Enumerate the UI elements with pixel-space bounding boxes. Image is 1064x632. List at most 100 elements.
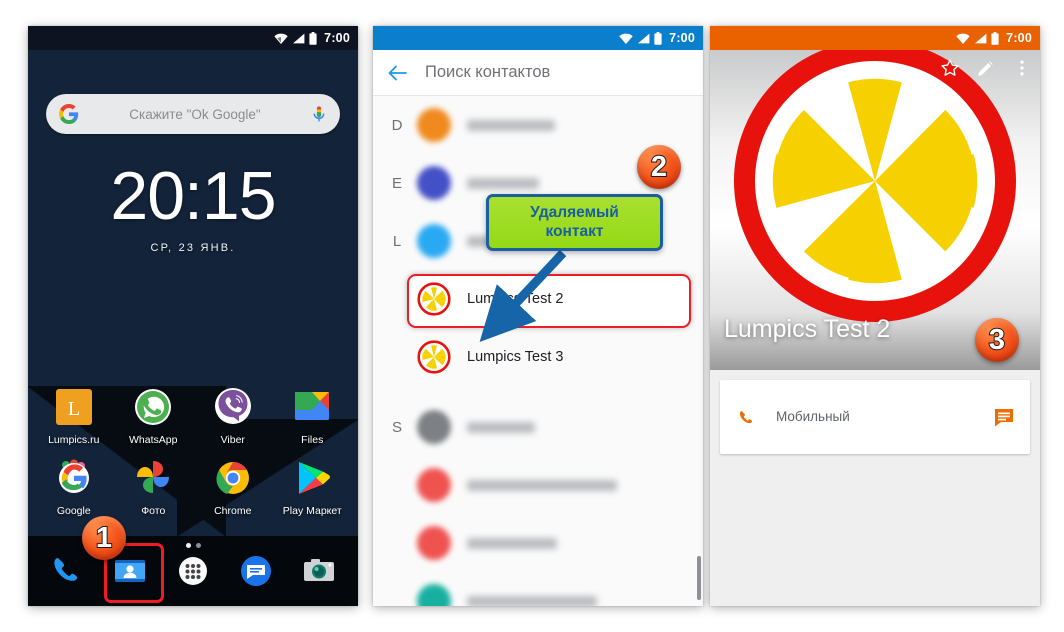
contact-name-blurred: [467, 595, 597, 606]
contacts-body: Поиск контактов D E L Lumpics Test 2 Lum…: [373, 50, 703, 606]
home-date: СР, 23 ЯНВ.: [150, 242, 236, 254]
battery-icon: [654, 31, 662, 45]
wifi-icon: [274, 33, 288, 44]
contact-name-blurred: [467, 537, 557, 549]
files-icon: [290, 386, 334, 430]
avatar: [417, 468, 451, 502]
step-badge-3: 3: [975, 318, 1019, 362]
overflow-menu-icon[interactable]: [1012, 58, 1032, 78]
section-letter: D: [391, 116, 403, 134]
list-item-lumpics-test-3[interactable]: Lumpics Test 3: [373, 328, 703, 386]
microphone-icon[interactable]: [311, 105, 327, 123]
contact-actions: [940, 58, 1032, 78]
wifi-icon: [956, 33, 970, 44]
app-photos[interactable]: Фото: [118, 457, 188, 517]
contacts-search-title[interactable]: Поиск контактов: [425, 63, 550, 82]
contact-name-blurred: [467, 119, 555, 131]
status-bar-clock: 7:00: [669, 31, 695, 45]
search-placeholder: Скажите "Ok Google": [129, 106, 261, 122]
google-g-icon: [59, 104, 79, 124]
app-files[interactable]: Files: [277, 386, 347, 446]
app-play-store[interactable]: Play Маркет: [277, 457, 347, 517]
phone-call-icon[interactable]: [734, 406, 756, 428]
home-clock: 20:15: [110, 158, 276, 234]
app-viber[interactable]: Viber: [198, 386, 268, 446]
contact-name: Lumpics Test 2: [467, 291, 564, 307]
list-item[interactable]: [373, 572, 703, 606]
avatar: [417, 224, 451, 258]
annotation-callout: Удаляемый контакт: [486, 194, 663, 251]
step-badge-2: 2: [637, 145, 681, 189]
signal-icon: [292, 33, 305, 44]
phone-contacts-panel: 7:00 Поиск контактов D E L Lumpics Test …: [373, 26, 703, 606]
app-drawer-icon[interactable]: [172, 550, 214, 592]
google-icon: [52, 457, 96, 501]
google-photos-icon: [131, 457, 175, 501]
app-google[interactable]: Google: [39, 457, 109, 517]
status-bar: 7:00: [710, 26, 1040, 50]
list-scrollbar[interactable]: [697, 556, 701, 600]
status-bar-clock: 7:00: [1006, 31, 1032, 45]
list-item[interactable]: [373, 456, 703, 514]
messages-icon[interactable]: [235, 550, 277, 592]
signal-icon: [974, 33, 987, 44]
chrome-icon: [211, 457, 255, 501]
app-row-2: Google Фото Chrome Play Маркет: [28, 457, 358, 517]
app-row-1: L Lumpics.ru WhatsApp Viber Files: [28, 386, 358, 446]
callout-line-2: контакт: [545, 223, 604, 240]
avatar: [417, 410, 451, 444]
avatar: [417, 584, 451, 606]
callout-line-1: Удаляемый: [530, 204, 619, 221]
app-lumpics[interactable]: L Lumpics.ru: [39, 386, 109, 446]
camera-icon[interactable]: [298, 550, 340, 592]
contacts-app-bar: Поиск контактов: [373, 50, 703, 96]
section-letter: E: [391, 174, 402, 192]
contact-display-name: Lumpics Test 2: [724, 315, 891, 343]
message-icon[interactable]: [992, 405, 1016, 429]
contact-name-blurred: [467, 479, 617, 491]
app-label: WhatsApp: [129, 434, 178, 446]
contact-name-blurred: [467, 421, 535, 433]
home-wallpaper: Скажите "Ok Google" 20:15 СР, 23 ЯНВ. L …: [28, 50, 358, 606]
app-grid: L Lumpics.ru WhatsApp Viber Files Google…: [28, 386, 358, 528]
app-label: Files: [301, 434, 324, 446]
list-item[interactable]: S: [373, 398, 703, 456]
step-badge-number: 1: [95, 521, 113, 554]
list-item-lumpics-test-2[interactable]: Lumpics Test 2: [373, 270, 703, 328]
app-chrome[interactable]: Chrome: [198, 457, 268, 517]
section-letter: L: [392, 232, 402, 250]
step-badge-number: 3: [988, 323, 1006, 356]
back-arrow-icon[interactable]: [387, 63, 407, 83]
app-label: Lumpics.ru: [48, 434, 100, 446]
contact-name: Lumpics Test 3: [467, 349, 564, 365]
step-badge-1: 1: [82, 516, 126, 560]
whatsapp-icon: [131, 386, 175, 430]
lemon-slice-icon: [730, 50, 1020, 331]
screenshot-stage: 7:00 Скажите "Ok Google" 20:15 СР, 23 ЯН…: [0, 0, 1064, 632]
play-store-icon: [290, 457, 334, 501]
battery-icon: [991, 31, 999, 45]
app-label: Chrome: [214, 505, 252, 517]
status-bar: 7:00: [373, 26, 703, 50]
phone-number-card[interactable]: Мобильный: [720, 380, 1030, 454]
step-badge-number: 2: [650, 150, 668, 183]
app-label: Фото: [141, 505, 166, 517]
lemon-slice-icon: [417, 340, 451, 374]
battery-icon: [309, 31, 317, 45]
status-bar-clock: 7:00: [324, 31, 350, 45]
avatar: [417, 108, 451, 142]
phone-home-screen-panel: 7:00 Скажите "Ok Google" 20:15 СР, 23 ЯН…: [28, 26, 358, 606]
phone-number-type: Мобильный: [776, 409, 850, 424]
lumpics-icon: L: [52, 386, 96, 430]
app-whatsapp[interactable]: WhatsApp: [118, 386, 188, 446]
star-outline-icon[interactable]: [940, 58, 960, 78]
phone-dialer-icon[interactable]: [46, 550, 88, 592]
home-dock: [28, 540, 358, 602]
viber-icon: [211, 386, 255, 430]
contact-name-blurred: [467, 177, 539, 189]
status-bar: 7:00: [28, 26, 358, 50]
pencil-edit-icon[interactable]: [976, 58, 996, 78]
signal-icon: [637, 33, 650, 44]
google-search-bar[interactable]: Скажите "Ok Google": [46, 94, 340, 134]
list-item[interactable]: [373, 514, 703, 572]
